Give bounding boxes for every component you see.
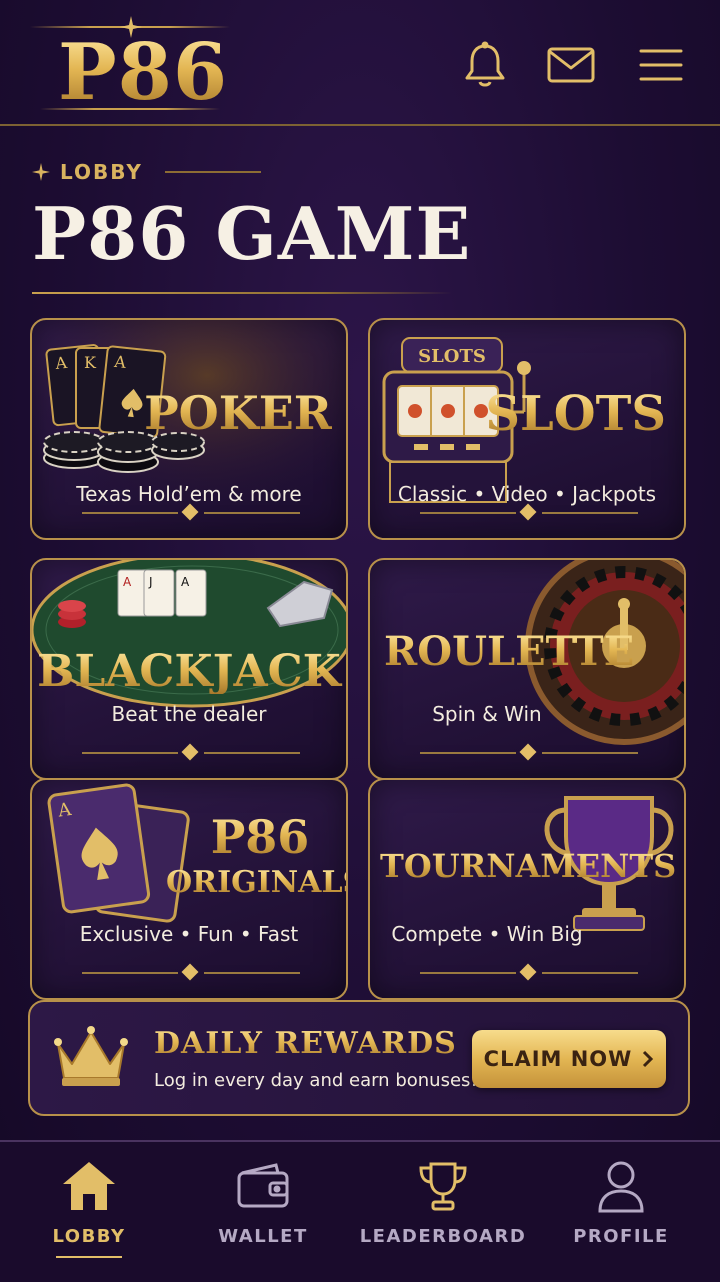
claim-now-label: CLAIM NOW <box>483 1047 633 1071</box>
crown-icon <box>54 1026 128 1086</box>
svg-text:A: A <box>123 575 132 589</box>
rewards-title: DAILY REWARDS <box>154 1026 457 1061</box>
bell-icon <box>465 41 505 87</box>
title-divider <box>32 292 452 294</box>
notifications-button[interactable] <box>460 40 510 90</box>
logo-underline <box>40 108 220 110</box>
lobby-eyebrow: LOBBY <box>32 160 261 184</box>
roulette-subtitle: Spin & Win <box>432 702 542 726</box>
nav-item-lobby[interactable]: LOBBY <box>4 1156 174 1247</box>
game-card-slots[interactable]: SLOTS SLOTS Classic • Video • Jackpots <box>368 318 686 540</box>
wallet-icon <box>237 1163 289 1208</box>
game-card-blackjack[interactable]: A J A BLACKJACK Beat the dealer <box>30 558 348 780</box>
active-nav-indicator <box>56 1256 122 1258</box>
header-divider <box>0 124 720 126</box>
game-card-tournaments[interactable]: TOURNAMENTS Compete • Win Big <box>368 778 686 1000</box>
card-divider <box>82 963 300 981</box>
eyebrow-line <box>164 171 261 173</box>
svg-text:A: A <box>112 352 127 372</box>
nav-item-leaderboard[interactable]: LEADERBOARD <box>358 1156 528 1247</box>
slots-subtitle: Classic • Video • Jackpots <box>397 482 657 506</box>
sparkle-icon <box>32 163 50 181</box>
game-card-roulette[interactable]: ROULETTE Spin & Win <box>368 558 686 780</box>
tournaments-title: TOURNAMENTS <box>380 847 677 885</box>
eyebrow-label: LOBBY <box>60 160 143 184</box>
bottom-nav: LOBBY WALLET LEADERBOARD PROFILE <box>0 1140 720 1282</box>
menu-icon <box>639 49 683 81</box>
card-divider <box>420 503 638 521</box>
card-divider <box>82 743 300 761</box>
roulette-title: ROULETTE <box>384 628 635 675</box>
poker-subtitle: Texas Hold’em & more <box>76 482 302 506</box>
game-card-poker[interactable]: A K A POKER Texas Hold’em & more <box>30 318 348 540</box>
card-divider <box>420 743 638 761</box>
menu-button[interactable] <box>636 40 686 90</box>
poker-title: POKER <box>144 386 332 440</box>
nav-label-wallet: WALLET <box>218 1226 308 1247</box>
blackjack-title: BLACKJACK <box>32 650 346 694</box>
messages-button[interactable] <box>546 40 596 90</box>
nav-label-lobby: LOBBY <box>52 1226 126 1247</box>
mail-icon <box>547 47 595 83</box>
card-divider <box>82 503 300 521</box>
originals-title-line1: P86 <box>170 814 346 860</box>
originals-title-line2: ORIGINALS <box>166 865 348 900</box>
blackjack-subtitle: Beat the dealer <box>111 702 267 726</box>
game-card-originals[interactable]: A P86 ORIGINALS Exclusive • Fun • Fast <box>30 778 348 1000</box>
rewards-subtitle: Log in every day and earn bonuses! <box>154 1070 478 1091</box>
app-logo[interactable]: P86 <box>58 34 228 112</box>
page-title: P86 GAME <box>32 191 472 276</box>
slots-title: SLOTS <box>485 386 666 442</box>
svg-text:A: A <box>181 575 190 589</box>
claim-now-button[interactable]: CLAIM NOW <box>472 1030 666 1088</box>
chevron-right-icon <box>643 1050 654 1068</box>
daily-rewards-banner: DAILY REWARDS Log in every day and earn … <box>28 1000 690 1116</box>
originals-subtitle: Exclusive • Fun • Fast <box>79 922 299 946</box>
svg-text:K: K <box>84 353 97 372</box>
home-icon <box>63 1162 115 1210</box>
app-header: P86 <box>0 0 720 126</box>
nav-item-profile[interactable]: PROFILE <box>536 1156 706 1247</box>
tournaments-subtitle: Compete • Win Big <box>391 922 583 946</box>
svg-text:A: A <box>53 353 68 373</box>
slots-sign: SLOTS <box>418 346 486 367</box>
nav-item-wallet[interactable]: WALLET <box>178 1156 348 1247</box>
svg-text:J: J <box>148 575 153 589</box>
nav-label-leaderboard: LEADERBOARD <box>359 1226 527 1247</box>
nav-label-profile: PROFILE <box>573 1226 669 1247</box>
user-icon <box>598 1161 644 1213</box>
card-divider <box>420 963 638 981</box>
trophy-icon <box>419 1162 467 1211</box>
